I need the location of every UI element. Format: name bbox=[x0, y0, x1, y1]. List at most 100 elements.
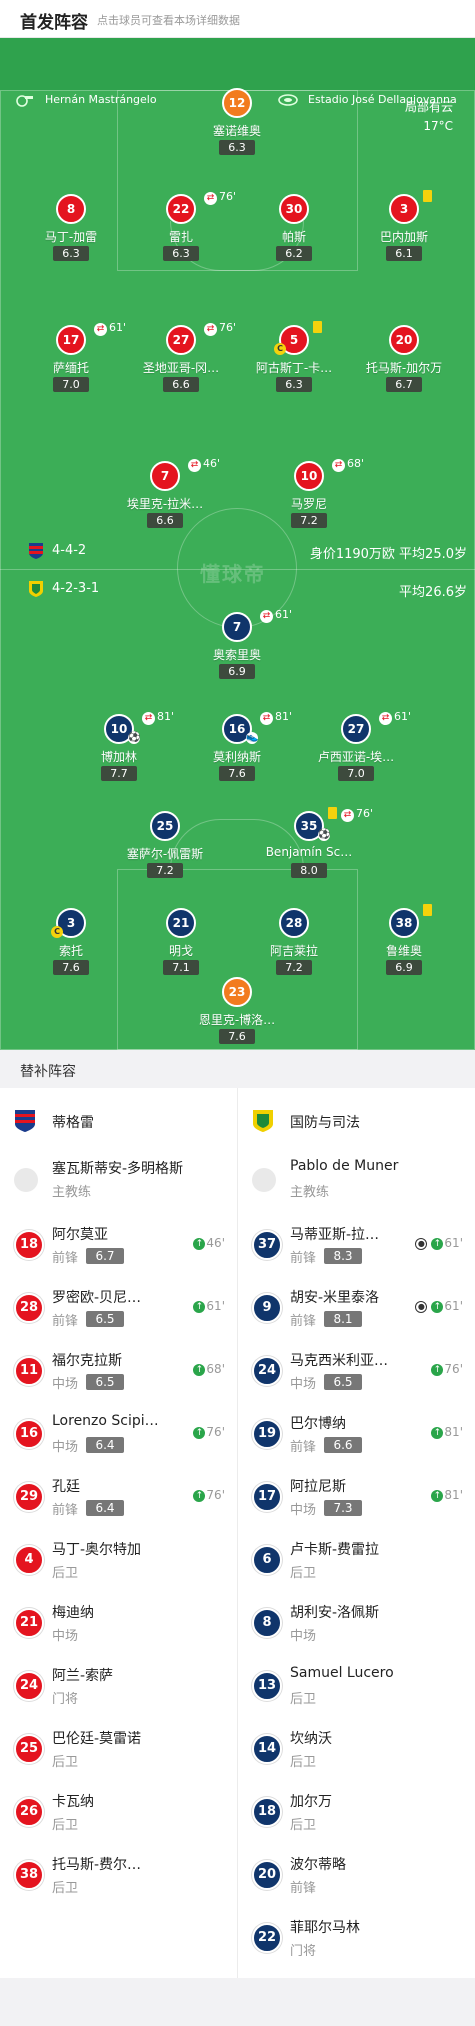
sub-row[interactable]: 24 阿兰-索萨 门将 bbox=[0, 1657, 237, 1720]
sub-minute: 76' bbox=[219, 321, 237, 334]
player-number: 7 bbox=[150, 461, 180, 491]
sub-row[interactable]: 13 Samuel Lucero 后卫 bbox=[238, 1657, 475, 1720]
sub-rating: 6.4 bbox=[86, 1500, 124, 1516]
sub-position: 后卫 bbox=[52, 1881, 79, 1896]
sub-row[interactable]: 16 Lorenzo Scipi… 中场 6.4 ↑ 76' bbox=[0, 1405, 237, 1468]
sub-row[interactable]: 4 马丁-奥尔特加 后卫 bbox=[0, 1531, 237, 1594]
player-number: 10 bbox=[294, 461, 324, 491]
home-squad-value: 身价1190万欧 平均25.0岁 bbox=[309, 547, 467, 562]
away-coach[interactable]: Pablo de Muner 主教练 bbox=[238, 1152, 475, 1216]
sub-row[interactable]: 9 胡安-米里泰洛 前锋 8.1 ● ↑ 61' bbox=[238, 1279, 475, 1342]
sub-row[interactable]: 18 加尔万 后卫 bbox=[238, 1783, 475, 1846]
sub-number: 29 bbox=[14, 1482, 44, 1512]
player-rating: 7.2 bbox=[291, 513, 327, 528]
player-name: 雷扎 bbox=[168, 230, 193, 244]
sub-position: 后卫 bbox=[52, 1755, 79, 1770]
sub-out-icon: ⇄ bbox=[94, 323, 107, 336]
sub-name: 加尔万 bbox=[290, 1794, 332, 1810]
away-team-name: 国防与司法 bbox=[290, 1115, 360, 1131]
player-rating: 7.6 bbox=[53, 960, 89, 975]
sub-in-icon: ↑ bbox=[431, 1301, 444, 1313]
sub-position: 后卫 bbox=[52, 1818, 79, 1833]
sub-number: 18 bbox=[252, 1797, 282, 1827]
sub-in-time: ↑ 61' bbox=[193, 1299, 225, 1313]
player-rating: 8.0 bbox=[291, 863, 327, 878]
sub-in-minute: 76' bbox=[444, 1362, 463, 1376]
home-formation-row: 4-4-2 身价1190万欧 平均25.0岁 bbox=[0, 541, 475, 562]
lineup-page: 首发阵容 点击球员可查看本场详细数据 Hernán Mastrángelo Es… bbox=[0, 0, 475, 2026]
sub-in-icon: ↑ bbox=[431, 1238, 444, 1250]
player-rating: 6.9 bbox=[219, 664, 255, 679]
sub-row[interactable]: 21 梅迪纳 中场 bbox=[0, 1594, 237, 1657]
sub-row[interactable]: 11 福尔克拉斯 中场 6.5 ↑ 68' bbox=[0, 1342, 237, 1405]
sub-row[interactable]: 17 阿拉尼斯 中场 7.3 ↑ 81' bbox=[238, 1468, 475, 1531]
player-rating: 6.6 bbox=[147, 513, 183, 528]
sub-row[interactable]: 18 阿尔莫亚 前锋 6.7 ↑ 46' bbox=[0, 1216, 237, 1279]
sub-position: 前锋 bbox=[52, 1251, 79, 1266]
sub-in-icon: ↑ bbox=[431, 1490, 444, 1502]
sub-minute: 61' bbox=[109, 321, 127, 334]
sub-minute: 81' bbox=[157, 710, 175, 723]
sub-name: 胡利安-洛佩斯 bbox=[290, 1605, 380, 1621]
sub-name: 坎纳沃 bbox=[290, 1731, 332, 1747]
sub-row[interactable]: 14 坎纳沃 后卫 bbox=[238, 1720, 475, 1783]
sub-in-minute: 61' bbox=[444, 1299, 463, 1313]
sub-name: 巴尔博纳 bbox=[290, 1416, 346, 1432]
sub-number: 6 bbox=[252, 1545, 282, 1575]
sub-row[interactable]: 26 卡瓦纳 后卫 bbox=[0, 1783, 237, 1846]
sub-row[interactable]: 19 巴尔博纳 前锋 6.6 ↑ 81' bbox=[238, 1405, 475, 1468]
lineup-header: 首发阵容 点击球员可查看本场详细数据 bbox=[0, 0, 475, 38]
sub-in-icon: ↑ bbox=[193, 1427, 206, 1439]
sub-position: 后卫 bbox=[290, 1692, 317, 1707]
sub-out-icon: ⇄ bbox=[188, 459, 201, 472]
pitch: Hernán Mastrángelo Estadio José Dellagio… bbox=[0, 38, 475, 1050]
sub-row[interactable]: 24 马克西米利亚… 中场 6.5 ↑ 76' bbox=[238, 1342, 475, 1405]
player-name: 卢西亚诺-埃… bbox=[317, 750, 395, 764]
sub-row[interactable]: 6 卢卡斯-费雷拉 后卫 bbox=[238, 1531, 475, 1594]
pitch-top-band bbox=[0, 38, 475, 90]
sub-number: 20 bbox=[252, 1860, 282, 1890]
sub-row[interactable]: 37 马蒂亚斯-拉… 前锋 8.3 ● ↑ 61' bbox=[238, 1216, 475, 1279]
sub-row[interactable]: 20 波尔蒂略 前锋 bbox=[238, 1846, 475, 1909]
assist-icon: 👟 bbox=[246, 732, 259, 744]
goal-ball-icon: ⚽ bbox=[318, 829, 331, 841]
sub-row[interactable]: 28 罗密欧-贝尼… 前锋 6.5 ↑ 61' bbox=[0, 1279, 237, 1342]
player-name: 索托 bbox=[58, 944, 83, 958]
sub-number: 16 bbox=[14, 1419, 44, 1449]
sub-number: 28 bbox=[14, 1293, 44, 1323]
sub-in-minute: 61' bbox=[444, 1236, 463, 1250]
sub-name: 马克西米利亚… bbox=[290, 1353, 388, 1369]
player-number: 28 bbox=[279, 908, 309, 938]
sub-position: 中场 bbox=[290, 1629, 317, 1644]
sub-name: Samuel Lucero bbox=[290, 1665, 394, 1681]
lineup-hint: 点击球员可查看本场详细数据 bbox=[97, 14, 240, 27]
player-name: 莫利纳斯 bbox=[212, 750, 261, 764]
sub-row[interactable]: 29 孔廷 前锋 6.4 ↑ 76' bbox=[0, 1468, 237, 1531]
sub-position: 门将 bbox=[52, 1692, 79, 1707]
player-name: 帕斯 bbox=[281, 230, 306, 244]
goal-ball-icon: ● bbox=[415, 1301, 428, 1313]
sub-number: 4 bbox=[14, 1545, 44, 1575]
sub-row[interactable]: 22 菲耶尔马林 门将 bbox=[238, 1909, 475, 1972]
home-coach[interactable]: 塞瓦斯蒂安-多明格斯 主教练 bbox=[0, 1152, 237, 1216]
sub-row[interactable]: 8 胡利安-洛佩斯 中场 bbox=[238, 1594, 475, 1657]
player-rating: 6.3 bbox=[219, 140, 255, 155]
player-number: 7 bbox=[222, 612, 252, 642]
sub-row[interactable]: 25 巴伦廷-莫雷诺 后卫 bbox=[0, 1720, 237, 1783]
sub-rating: 6.7 bbox=[86, 1248, 124, 1264]
sub-minute: 81' bbox=[275, 710, 293, 723]
sub-in-icon: ↑ bbox=[193, 1490, 206, 1502]
sub-name: Lorenzo Scipi… bbox=[52, 1413, 159, 1429]
player-name: 塞萨尔-佩雷斯 bbox=[126, 847, 204, 861]
sub-name: 阿拉尼斯 bbox=[290, 1479, 346, 1495]
player-number: 25 bbox=[150, 811, 180, 841]
sub-number: 8 bbox=[252, 1608, 282, 1638]
sub-row[interactable]: 38 托马斯-费尔… 后卫 bbox=[0, 1846, 237, 1909]
sub-name: 卡瓦纳 bbox=[52, 1794, 94, 1810]
sub-number: 18 bbox=[14, 1230, 44, 1260]
sub-name: 巴伦廷-莫雷诺 bbox=[52, 1731, 142, 1747]
player-name: 圣地亚哥-冈… bbox=[142, 361, 220, 375]
player-rating: 6.1 bbox=[386, 246, 422, 261]
sub-position: 中场 bbox=[290, 1377, 317, 1392]
sub-name: 阿尔莫亚 bbox=[52, 1227, 108, 1243]
